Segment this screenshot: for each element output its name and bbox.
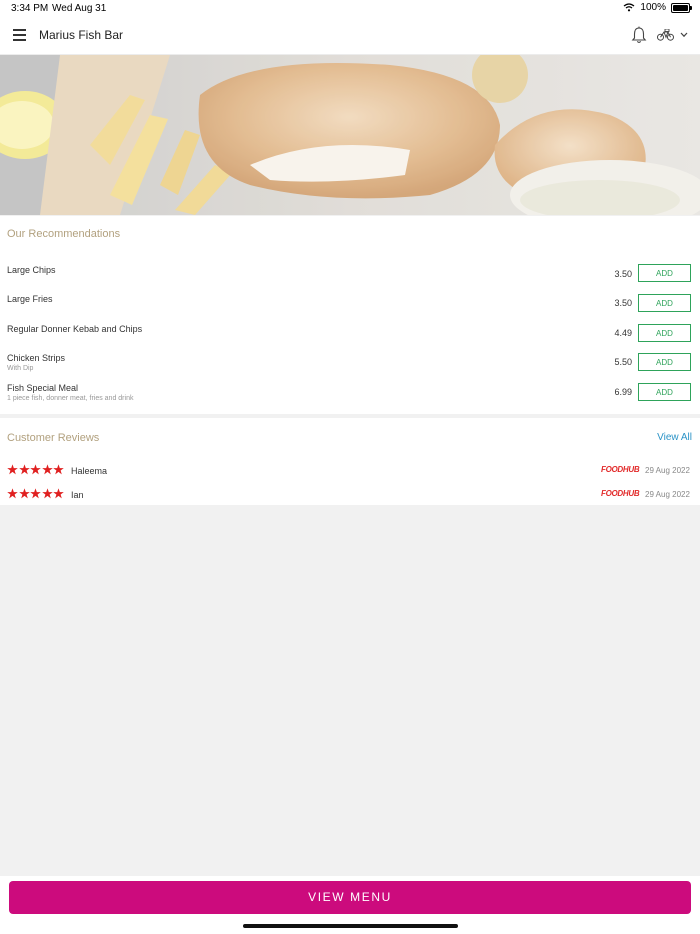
add-button[interactable]: ADD [638,383,691,401]
section-title: Customer Reviews [7,432,100,444]
review-row: Haleema FOODHUB 29 Aug 2022 [7,464,693,478]
reviews-section: Customer Reviews View All Haleema FOODHU… [0,418,700,505]
chevron-down-icon[interactable] [680,32,688,38]
battery-icon [671,2,692,13]
delivery-bike-icon[interactable] [657,29,674,41]
view-menu-button[interactable]: VIEW MENU [9,881,691,914]
recommendations-section: Our Recommendations Large Chips 3.50 ADD… [0,216,700,414]
add-button[interactable]: ADD [638,294,691,312]
item-price: 6.99 [614,387,632,397]
reviewer-name: Ian [71,490,84,500]
hero-image [0,55,700,215]
status-right: 100% [623,2,692,13]
review-date: 29 Aug 2022 [645,466,690,475]
star-icon [30,488,41,499]
item-name: Large Chips [7,265,56,275]
item-name: Regular Donner Kebab and Chips [7,324,143,334]
item-description: 1 piece fish, donner meat, fries and dri… [7,395,134,402]
star-icon [18,464,30,475]
view-all-link[interactable]: View All [657,432,692,443]
wifi-icon [624,3,635,12]
star-icon [18,488,30,499]
add-button[interactable]: ADD [638,264,691,282]
status-date: Wed Aug 31 [52,3,107,14]
item-name: Large Fries [7,294,53,304]
star-icon [41,464,53,475]
star-icon [41,488,53,499]
item-price: 3.50 [614,298,632,308]
star-icon [7,488,18,499]
item-price: 4.49 [614,328,632,338]
add-button[interactable]: ADD [638,353,691,371]
hamburger-menu-icon[interactable] [13,29,26,41]
reviewer-name: Haleema [71,466,108,476]
app-header: Marius Fish Bar [0,17,700,55]
foodhub-logo: FOODHUB [601,465,640,474]
status-time: 3:34 PM [11,3,49,14]
status-bar: 3:34 PM Wed Aug 31 100% [0,0,700,17]
home-indicator [243,924,458,928]
item-name: Fish Special Meal [7,383,79,393]
item-price: 5.50 [614,357,632,367]
item-description: With Dip [7,365,34,372]
review-row: Ian FOODHUB 29 Aug 2022 [7,488,693,502]
add-button[interactable]: ADD [638,324,691,342]
star-icon [53,464,64,475]
review-date: 29 Aug 2022 [645,490,690,499]
star-rating [7,488,64,499]
bottom-bar: VIEW MENU [0,876,700,934]
bell-icon[interactable] [631,26,647,44]
star-icon [7,464,18,475]
foodhub-logo: FOODHUB [601,489,640,498]
page-title: Marius Fish Bar [39,28,124,42]
item-name: Chicken Strips [7,353,66,363]
item-price: 3.50 [614,269,632,279]
section-title: Our Recommendations [7,228,121,240]
battery-percent: 100% [640,2,666,13]
star-icon [30,464,41,475]
star-icon [53,488,64,499]
star-rating [7,464,64,475]
